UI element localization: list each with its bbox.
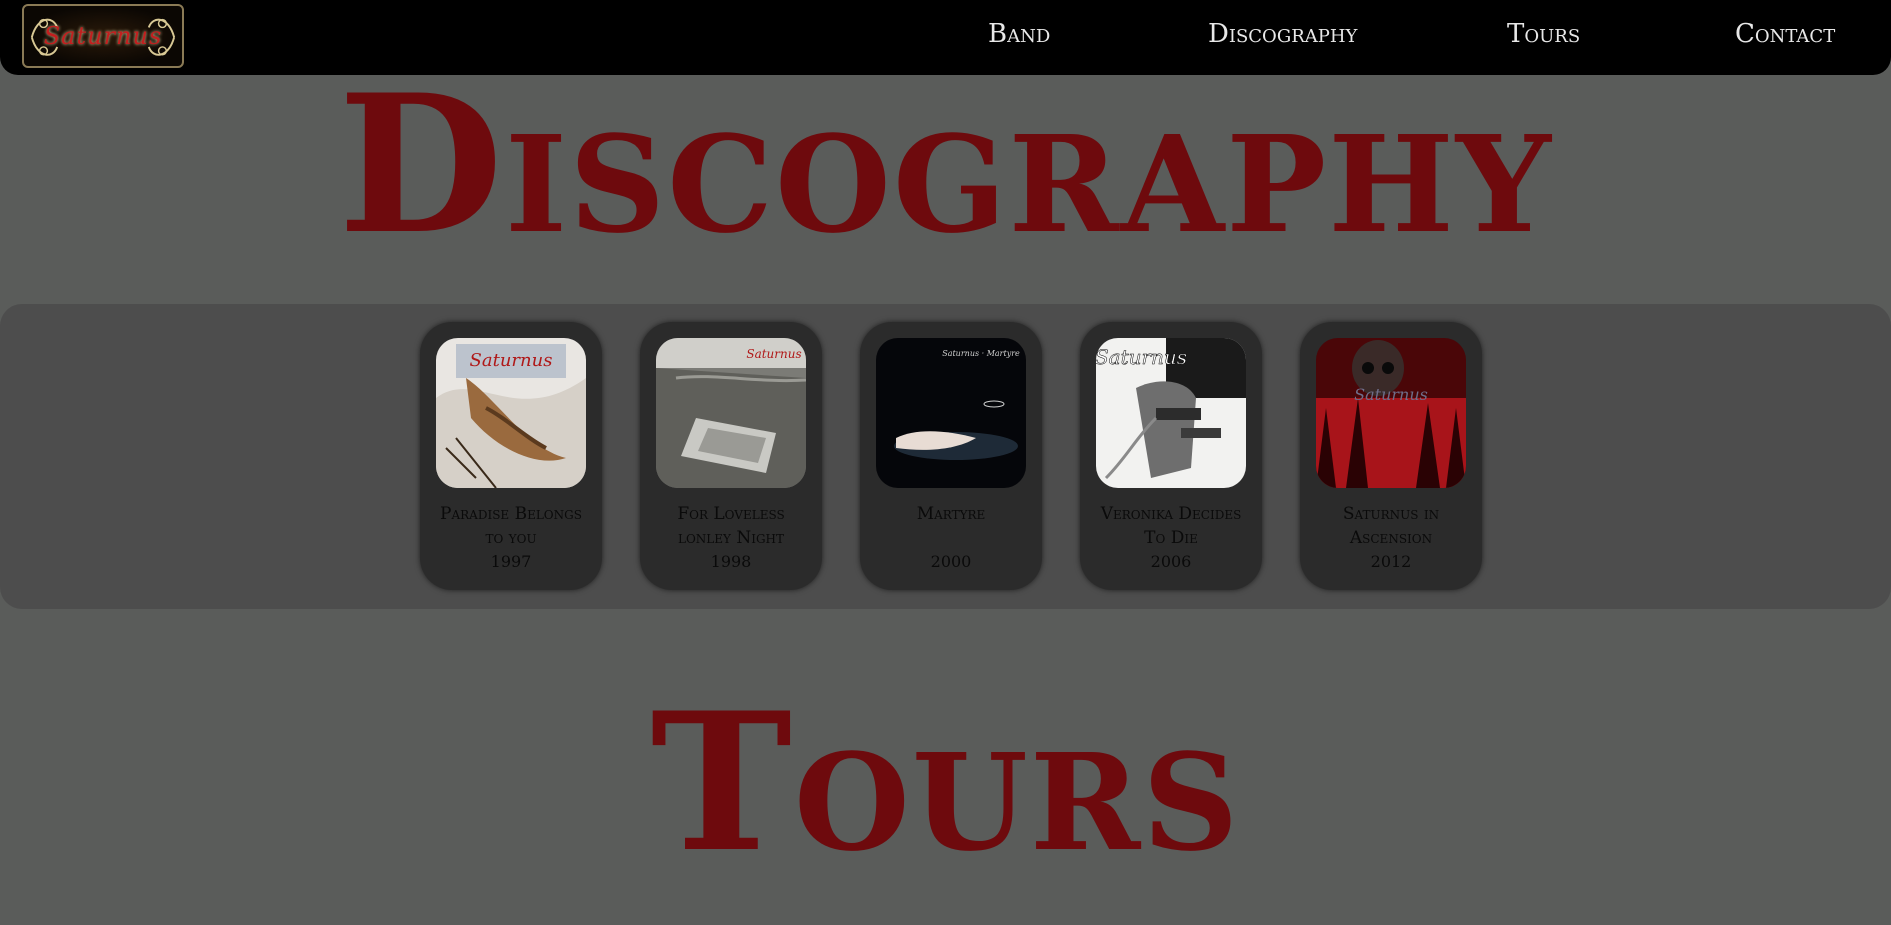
svg-text:Saturnus: Saturnus <box>746 347 801 361</box>
album-title-line: Martyre <box>916 504 986 524</box>
album-card-veronika[interactable]: Saturnus Veronika Decides To Die 2006 <box>1080 322 1262 590</box>
album-year: 1998 <box>710 552 752 571</box>
nav-band[interactable]: Band <box>988 18 1050 50</box>
album-year: 2000 <box>930 552 972 571</box>
album-cover-image: Saturnus <box>436 338 586 488</box>
album-year: 2006 <box>1150 552 1192 571</box>
album-title-line: lonley Night <box>677 528 785 548</box>
tours-heading: Tours <box>650 671 1241 894</box>
album-title-line: Ascension <box>1349 528 1433 548</box>
discography-heading: Discography <box>338 53 1553 276</box>
logo-text: Saturnus <box>43 22 163 50</box>
album-cover: Saturnus <box>656 338 806 488</box>
album-cover: Saturnus <box>436 338 586 488</box>
album-cover: Saturnus · Martyre <box>876 338 1026 488</box>
nav-contact[interactable]: Contact <box>1735 18 1835 50</box>
svg-text:Saturnus: Saturnus <box>470 350 553 371</box>
album-card-loveless[interactable]: Saturnus For Loveless lonley Night 1998 <box>640 322 822 590</box>
album-cover-image: Saturnus <box>656 338 806 488</box>
album-year: 2012 <box>1370 552 1412 571</box>
album-title: Martyre <box>868 502 1034 526</box>
album-title-line: To Die <box>1144 528 1198 548</box>
album-title-line: to you <box>485 528 537 548</box>
album-title: Saturnus in Ascension <box>1308 502 1474 550</box>
nav-discography[interactable]: Discography <box>1208 18 1357 50</box>
album-cover: Saturnus <box>1316 338 1466 488</box>
album-card-martyre[interactable]: Saturnus · Martyre Martyre 2000 <box>860 322 1042 590</box>
album-title-line: Saturnus in <box>1342 504 1440 524</box>
album-card-ascension[interactable]: Saturnus Saturnus in Ascension 2012 <box>1300 322 1482 590</box>
svg-text:Saturnus: Saturnus <box>1354 385 1428 404</box>
album-cover-image: Saturnus <box>1316 338 1466 488</box>
svg-text:Saturnus · Martyre: Saturnus · Martyre <box>942 349 1020 358</box>
album-title-line: For Loveless <box>677 504 785 524</box>
album-title-line: Paradise Belongs <box>440 504 582 524</box>
album-title: Veronika Decides To Die <box>1088 502 1254 550</box>
album-cover: Saturnus <box>1096 338 1246 488</box>
album-card-paradise[interactable]: Saturnus Paradise Belongs to you 1997 <box>420 322 602 590</box>
album-year: 1997 <box>490 552 532 571</box>
svg-text:Saturnus: Saturnus <box>1096 345 1187 369</box>
album-title-line: Veronika Decides <box>1100 504 1242 524</box>
album-title: For Loveless lonley Night <box>648 502 814 550</box>
album-cover-image: Saturnus · Martyre <box>876 338 1026 488</box>
album-cover-image: Saturnus <box>1096 338 1246 488</box>
band-logo[interactable]: Saturnus <box>22 4 184 68</box>
nav-tours[interactable]: Tours <box>1507 18 1580 50</box>
album-title: Paradise Belongs to you <box>428 502 594 550</box>
